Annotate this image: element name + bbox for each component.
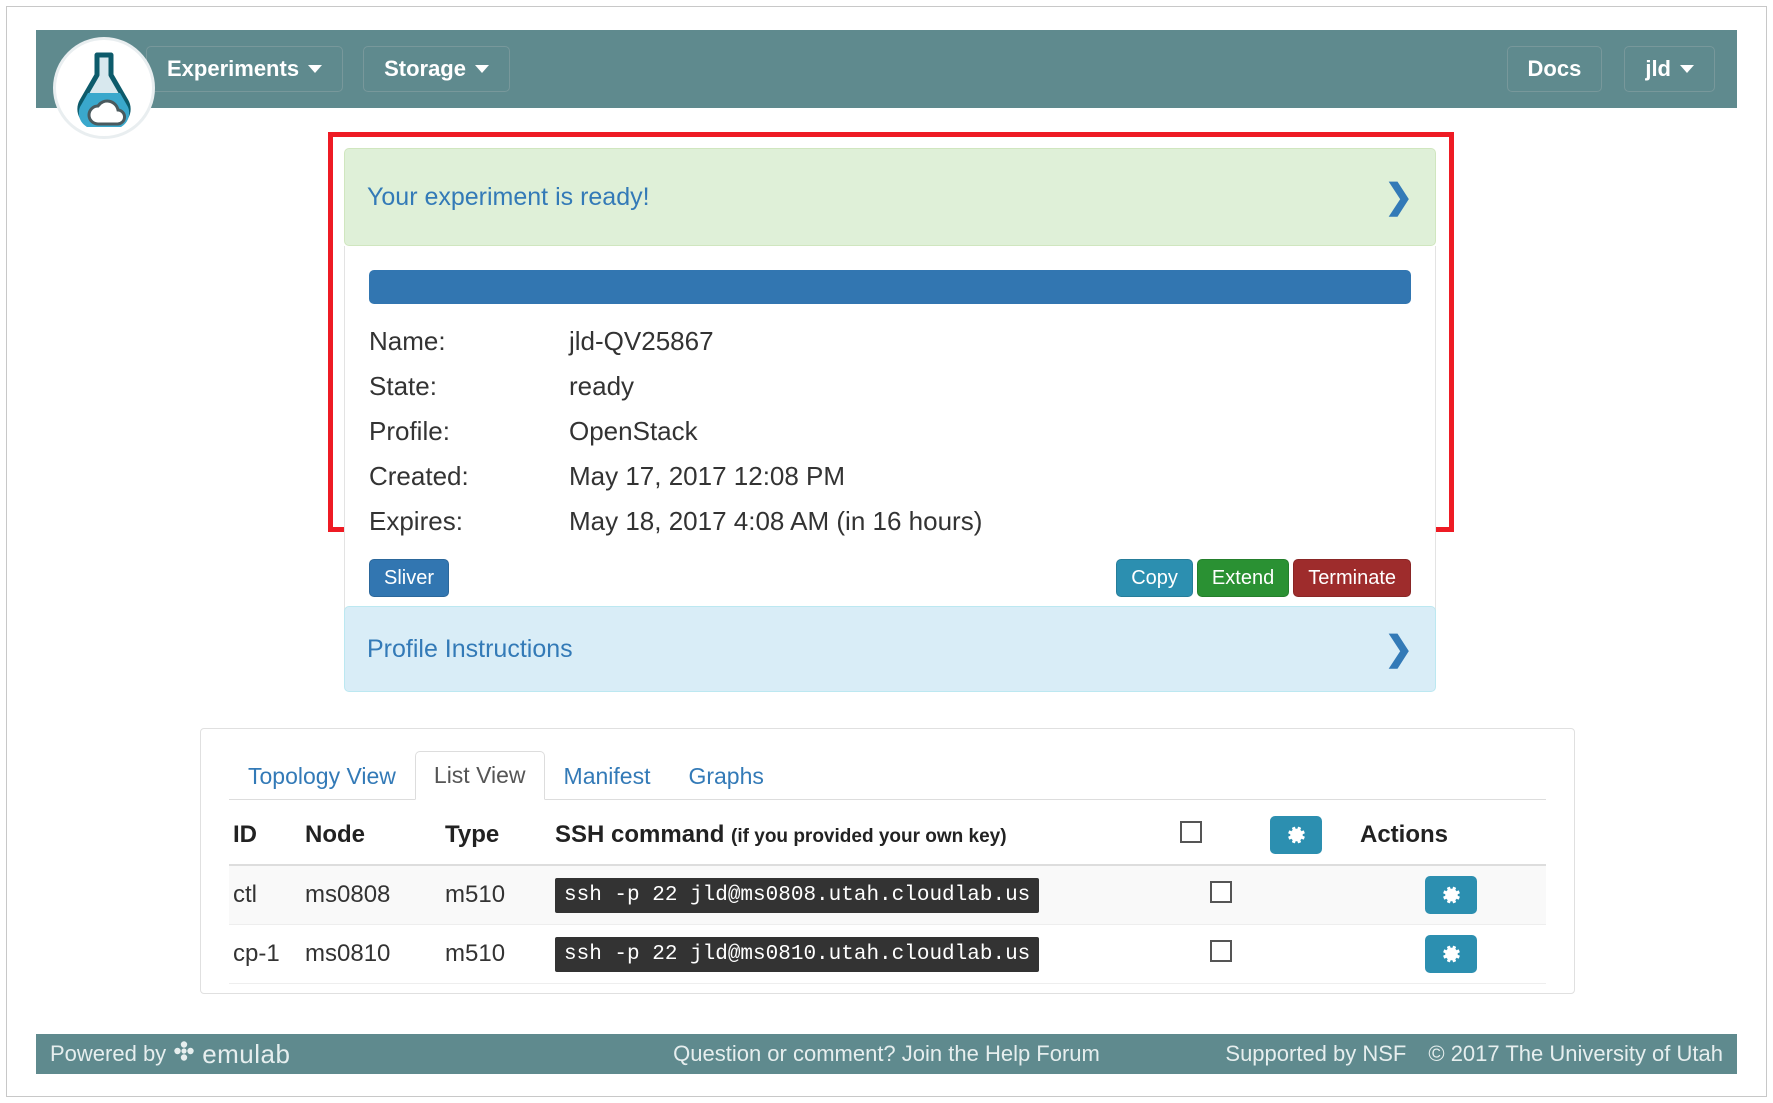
experiment-progress-bar [369, 270, 1411, 304]
chevron-right-icon[interactable]: ❯ [1385, 632, 1414, 666]
copy-button[interactable]: Copy [1116, 559, 1193, 597]
footer-emulab-label: emulab [202, 1038, 291, 1069]
chevron-down-icon [308, 65, 323, 73]
table-row: cp-1 ms0810 m510 ssh -p 22 jld@ms0810.ut… [229, 924, 1546, 984]
detail-row-name: Name: jld-QV25867 [369, 326, 1411, 357]
top-navbar: Experiments Storage Docs jld [36, 30, 1737, 108]
footer-powered-by: Powered by emulab [50, 1039, 290, 1070]
row-spacer-cell [1266, 924, 1356, 984]
footer-powered-by-label: Powered by [50, 1041, 167, 1066]
footer-help-link[interactable]: Question or comment? Join the Help Forum [673, 1041, 1100, 1067]
experiment-status-panel: Your experiment is ready! ❯ Name: jld-QV… [344, 148, 1436, 616]
experiment-action-buttons: Copy Extend Terminate [1116, 559, 1411, 597]
tab-topology-view[interactable]: Topology View [229, 752, 415, 800]
screenshot-root: Experiments Storage Docs jld Your experi… [0, 0, 1773, 1103]
nav-storage-label: Storage [384, 56, 466, 81]
view-tabs: Topology View List View Manifest Graphs [229, 751, 1546, 800]
tab-list-view[interactable]: List View [414, 751, 545, 800]
profile-instructions-label: Profile Instructions [367, 634, 573, 663]
experiment-ready-label: Your experiment is ready! [367, 182, 650, 211]
column-header-actions: Actions [1356, 806, 1546, 866]
row-actions-cell [1356, 924, 1546, 984]
select-all-checkbox[interactable] [1180, 820, 1202, 843]
chevron-right-icon[interactable]: ❯ [1385, 180, 1414, 214]
experiment-action-row: Sliver Copy Extend Terminate [369, 559, 1411, 597]
nodes-table: ID Node Type SSH command (if you provide… [229, 806, 1546, 984]
row-select-cell [1176, 865, 1266, 925]
row-spacer-cell [1266, 865, 1356, 925]
detail-value-profile-link[interactable]: OpenStack [569, 416, 698, 447]
row-actions-cell [1356, 865, 1546, 925]
row-id: cp-1 [229, 924, 301, 984]
footer-nsf-label: Supported by NSF [1225, 1041, 1407, 1066]
chevron-down-icon [1680, 65, 1694, 73]
row-select-cell [1176, 924, 1266, 984]
row-type: m510 [441, 865, 551, 925]
detail-label-name: Name: [369, 326, 446, 356]
tab-graphs[interactable]: Graphs [669, 752, 782, 800]
gear-icon[interactable] [1425, 935, 1477, 973]
column-header-ssh-note: (if you provided your own key) [731, 826, 1007, 847]
detail-value-state: ready [569, 371, 635, 401]
detail-row-state: State: ready [369, 371, 1411, 402]
flask-cloud-logo-icon[interactable] [56, 40, 152, 136]
experiment-ready-header[interactable]: Your experiment is ready! ❯ [344, 148, 1436, 246]
row-node: ms0808 [301, 865, 441, 925]
column-header-type: Type [441, 806, 551, 866]
table-header-row: ID Node Type SSH command (if you provide… [229, 806, 1546, 866]
detail-label-expires: Expires: [369, 506, 463, 536]
column-header-select-all [1176, 806, 1266, 866]
detail-label-state: State: [369, 371, 437, 401]
node-list-panel: Topology View List View Manifest Graphs … [200, 728, 1575, 994]
nav-docs-label: Docs [1527, 56, 1582, 81]
footer-copyright-label: © 2017 The University of Utah [1428, 1041, 1723, 1066]
chevron-down-icon [474, 65, 489, 73]
column-header-id: ID [229, 806, 301, 866]
nav-storage-menu[interactable]: Storage [363, 46, 510, 92]
row-ssh-cell: ssh -p 22 jld@ms0810.utah.cloudlab.us [551, 924, 1176, 984]
detail-label-created: Created: [369, 461, 469, 491]
detail-label-profile: Profile: [369, 416, 450, 446]
row-ssh-cell: ssh -p 22 jld@ms0808.utah.cloudlab.us [551, 865, 1176, 925]
detail-value-expires: May 18, 2017 4:08 AM (in 16 hours) [569, 506, 983, 536]
detail-row-profile: Profile: OpenStack [369, 416, 1411, 447]
gear-icon[interactable] [1425, 876, 1477, 914]
emulab-flower-icon [172, 1039, 196, 1069]
column-header-node: Node [301, 806, 441, 866]
gear-icon[interactable] [1270, 816, 1322, 854]
row-type: m510 [441, 924, 551, 984]
page-footer: Powered by emulab Question or comment? J… [36, 1034, 1737, 1074]
table-row: ctl ms0808 m510 ssh -p 22 jld@ms0808.uta… [229, 865, 1546, 925]
navbar-right-group: Docs jld [1506, 46, 1737, 92]
detail-value-created: May 17, 2017 12:08 PM [569, 461, 846, 491]
detail-value-name: jld-QV25867 [569, 326, 714, 356]
column-header-ssh: SSH command (if you provided your own ke… [551, 806, 1176, 866]
terminate-button[interactable]: Terminate [1293, 559, 1411, 597]
nav-user-label: jld [1645, 56, 1671, 81]
detail-row-expires: Expires: May 18, 2017 4:08 AM (in 16 hou… [369, 506, 1411, 537]
row-id: ctl [229, 865, 301, 925]
row-checkbox[interactable] [1210, 880, 1232, 903]
column-header-bulk-actions [1266, 806, 1356, 866]
experiment-detail-body: Name: jld-QV25867 State: ready Profile: … [344, 246, 1436, 616]
ssh-command[interactable]: ssh -p 22 jld@ms0810.utah.cloudlab.us [555, 936, 1040, 972]
row-checkbox[interactable] [1210, 939, 1232, 962]
extend-button[interactable]: Extend [1196, 559, 1290, 597]
detail-row-created: Created: May 17, 2017 12:08 PM [369, 461, 1411, 492]
profile-instructions-panel[interactable]: Profile Instructions ❯ [344, 606, 1436, 692]
sliver-button[interactable]: Sliver [369, 559, 450, 597]
ssh-command[interactable]: ssh -p 22 jld@ms0808.utah.cloudlab.us [555, 877, 1040, 913]
nav-experiments-label: Experiments [167, 56, 300, 81]
row-node: ms0810 [301, 924, 441, 984]
nav-experiments-menu[interactable]: Experiments [146, 46, 344, 92]
nav-docs-button[interactable]: Docs [1506, 46, 1603, 92]
footer-right-group: Supported by NSF © 2017 The University o… [1225, 1041, 1723, 1067]
column-header-ssh-label: SSH command [555, 821, 725, 848]
tab-manifest[interactable]: Manifest [545, 752, 670, 800]
nav-user-menu[interactable]: jld [1624, 46, 1715, 92]
